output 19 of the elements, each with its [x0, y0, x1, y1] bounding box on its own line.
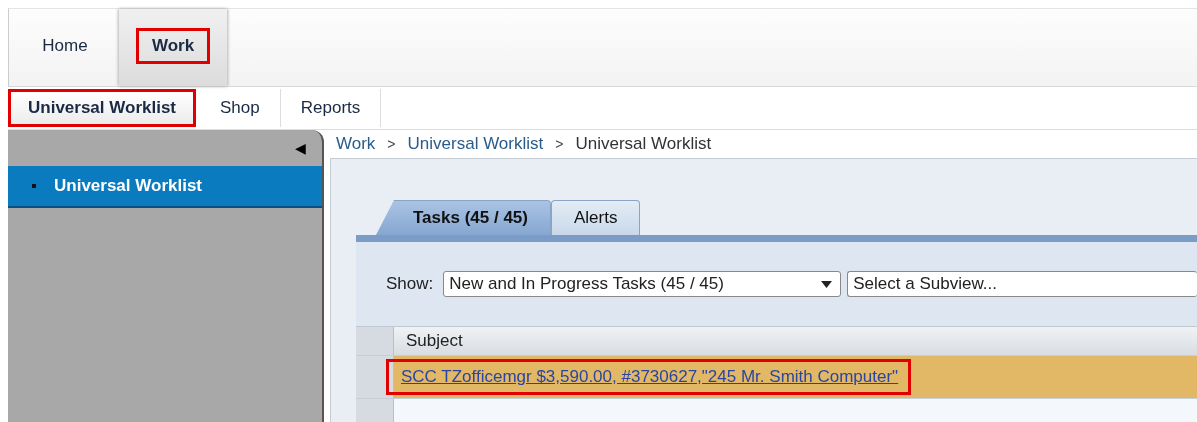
breadcrumb-separator: >: [555, 136, 564, 152]
top-tab[interactable]: Home: [11, 9, 119, 86]
view-dropdown[interactable]: New and In Progress Tasks (45 / 45): [443, 271, 842, 297]
breadcrumb-link[interactable]: Universal Worklist: [407, 134, 544, 154]
task-link[interactable]: SCC TZofficemgr $3,590.00, #3730627,"245 Mr. Smith Computer": [386, 359, 912, 395]
top-tab[interactable]: Work: [119, 9, 227, 86]
show-label: Show:: [386, 274, 434, 294]
sub-tab[interactable]: Universal Worklist: [8, 89, 197, 127]
tab[interactable]: Tasks (45 / 45): [376, 200, 551, 235]
sub-tab[interactable]: Reports: [280, 89, 382, 127]
collapse-icon[interactable]: ◀: [295, 140, 306, 156]
caret-icon: [821, 280, 833, 288]
breadcrumb-separator: >: [387, 136, 396, 152]
sidebar-item[interactable]: Universal Worklist: [8, 166, 322, 208]
breadcrumb-link[interactable]: Work: [336, 134, 376, 154]
tab[interactable]: Alerts: [551, 200, 641, 235]
subview-field[interactable]: Select a Subview...: [847, 271, 1197, 297]
column-header[interactable]: Subject: [394, 327, 475, 355]
sub-tab[interactable]: Shop: [200, 89, 281, 127]
